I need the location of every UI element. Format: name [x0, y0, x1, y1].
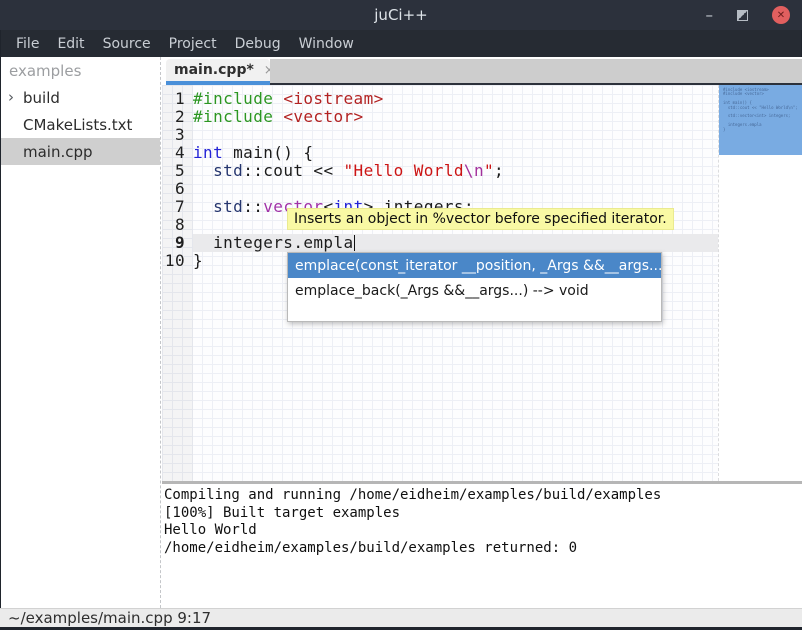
code-line-3[interactable]: 3: [162, 126, 718, 144]
completion-item-2[interactable]: emplace_back(_Args &&__args...) --> void: [288, 278, 661, 303]
line-number: 4: [162, 144, 193, 162]
code-text: #include <iostream>: [193, 90, 718, 108]
source-editor[interactable]: 1#include <iostream>2#include <vector>34…: [162, 85, 802, 481]
line-number: 2: [162, 108, 193, 126]
token: [193, 161, 213, 180]
editor-pane: main.cpp* × 1#include <iostream>2#includ…: [162, 57, 802, 608]
menu-item-source[interactable]: Source: [94, 32, 160, 56]
token: std: [213, 161, 243, 180]
file-tree-sidebar: examples › build CMakeLists.txt main.cpp: [1, 57, 161, 608]
menu-bar: FileEditSourceProjectDebugWindow: [1, 30, 801, 57]
sidebar-item-build[interactable]: › build: [1, 84, 160, 111]
menu-item-project[interactable]: Project: [160, 32, 226, 56]
text-cursor: [354, 235, 356, 251]
line-number: 1: [162, 90, 193, 108]
token: }: [193, 251, 203, 270]
file-tree: › build CMakeLists.txt main.cpp: [1, 84, 160, 165]
code-text: std::cout << "Hello World\n";: [193, 162, 718, 180]
file-label: build: [23, 89, 60, 107]
minimap-visible-region[interactable]: #include <iostream> #include <vector> in…: [719, 85, 802, 155]
output-line: /home/eidheim/examples/build/examples re…: [164, 540, 802, 558]
file-label: CMakeLists.txt: [23, 116, 132, 134]
line-number: 8: [162, 216, 193, 234]
close-icon[interactable]: ✕: [772, 6, 790, 24]
code-text: int main() {: [193, 144, 718, 162]
restore-icon[interactable]: [737, 10, 748, 21]
token: \n: [464, 161, 484, 180]
line-number: 5: [162, 162, 193, 180]
line-number: 6: [162, 180, 193, 198]
token: [273, 89, 283, 108]
completion-item-1[interactable]: emplace(const_iterator __position, _Args…: [288, 253, 661, 278]
token: std: [213, 197, 243, 216]
output-line: Compiling and running /home/eidheim/exam…: [164, 487, 802, 505]
code-line-1[interactable]: 1#include <iostream>: [162, 90, 718, 108]
minimap-code: #include <iostream> #include <vector> in…: [719, 85, 802, 132]
tab-bar-filler: [270, 59, 802, 85]
token: [193, 197, 213, 216]
sidebar-item-cmakelists-txt[interactable]: CMakeLists.txt: [1, 111, 160, 138]
tab-label: main.cpp*: [174, 62, 254, 78]
token: "Hello World: [344, 161, 464, 180]
code-text: #include <vector>: [193, 108, 718, 126]
output-line: Hello World: [164, 522, 802, 540]
code-line-6[interactable]: 6: [162, 180, 718, 198]
file-label: main.cpp: [23, 143, 93, 161]
code-text: [193, 180, 718, 198]
window-title: juCi++: [374, 6, 427, 24]
doc-tooltip: Inserts an object in %vector before spec…: [287, 208, 674, 230]
line-number: 3: [162, 126, 193, 144]
line-number: 10: [162, 252, 193, 270]
code-line-4[interactable]: 4int main() {: [162, 144, 718, 162]
token: <iostream>: [283, 89, 383, 108]
token: ::: [243, 197, 263, 216]
token: ::cout <<: [243, 161, 343, 180]
output-line: [100%] Built target examples: [164, 505, 802, 523]
token: ": [484, 161, 494, 180]
code-line-2[interactable]: 2#include <vector>: [162, 108, 718, 126]
line-number: 7: [162, 198, 193, 216]
code-line-5[interactable]: 5 std::cout << "Hello World\n";: [162, 162, 718, 180]
project-name-header: examples: [1, 57, 160, 84]
menu-item-debug[interactable]: Debug: [226, 32, 290, 56]
token: <vector>: [283, 107, 363, 126]
status-file-position: ~/examples/main.cpp 9:17: [8, 609, 211, 627]
token: [273, 107, 283, 126]
code-line-9[interactable]: 9 integers.empla: [162, 234, 718, 252]
token: main() {: [223, 143, 313, 162]
window-controls: – ✕: [706, 0, 791, 30]
menu-item-file[interactable]: File: [7, 32, 48, 56]
token: int: [193, 143, 223, 162]
token: ;: [494, 161, 504, 180]
app-window: juCi++ – ✕ FileEditSourceProjectDebugWin…: [0, 0, 802, 630]
minimap[interactable]: #include <iostream> #include <vector> in…: [718, 85, 802, 481]
titlebar[interactable]: juCi++ – ✕: [0, 0, 802, 30]
token: #include: [193, 89, 273, 108]
code-text: integers.empla: [193, 234, 718, 252]
tab-bar: main.cpp* ×: [162, 57, 802, 85]
sidebar-item-main-cpp[interactable]: main.cpp: [1, 138, 160, 165]
code-area[interactable]: 1#include <iostream>2#include <vector>34…: [162, 90, 718, 270]
autocomplete-popup: emplace(const_iterator __position, _Args…: [287, 252, 662, 322]
code-text: [193, 126, 718, 144]
menu-item-window[interactable]: Window: [290, 32, 363, 56]
chevron-right-icon[interactable]: ›: [8, 88, 14, 106]
tab-main-cpp[interactable]: main.cpp* ×: [166, 59, 270, 81]
line-number: 9: [162, 234, 193, 252]
build-output-panel: Compiling and running /home/eidheim/exam…: [162, 484, 802, 608]
menu-item-edit[interactable]: Edit: [48, 32, 93, 56]
token: integers.empla: [193, 233, 354, 252]
token: #include: [193, 107, 273, 126]
status-bar: ~/examples/main.cpp 9:17: [0, 608, 802, 627]
minimize-icon[interactable]: –: [706, 10, 714, 20]
